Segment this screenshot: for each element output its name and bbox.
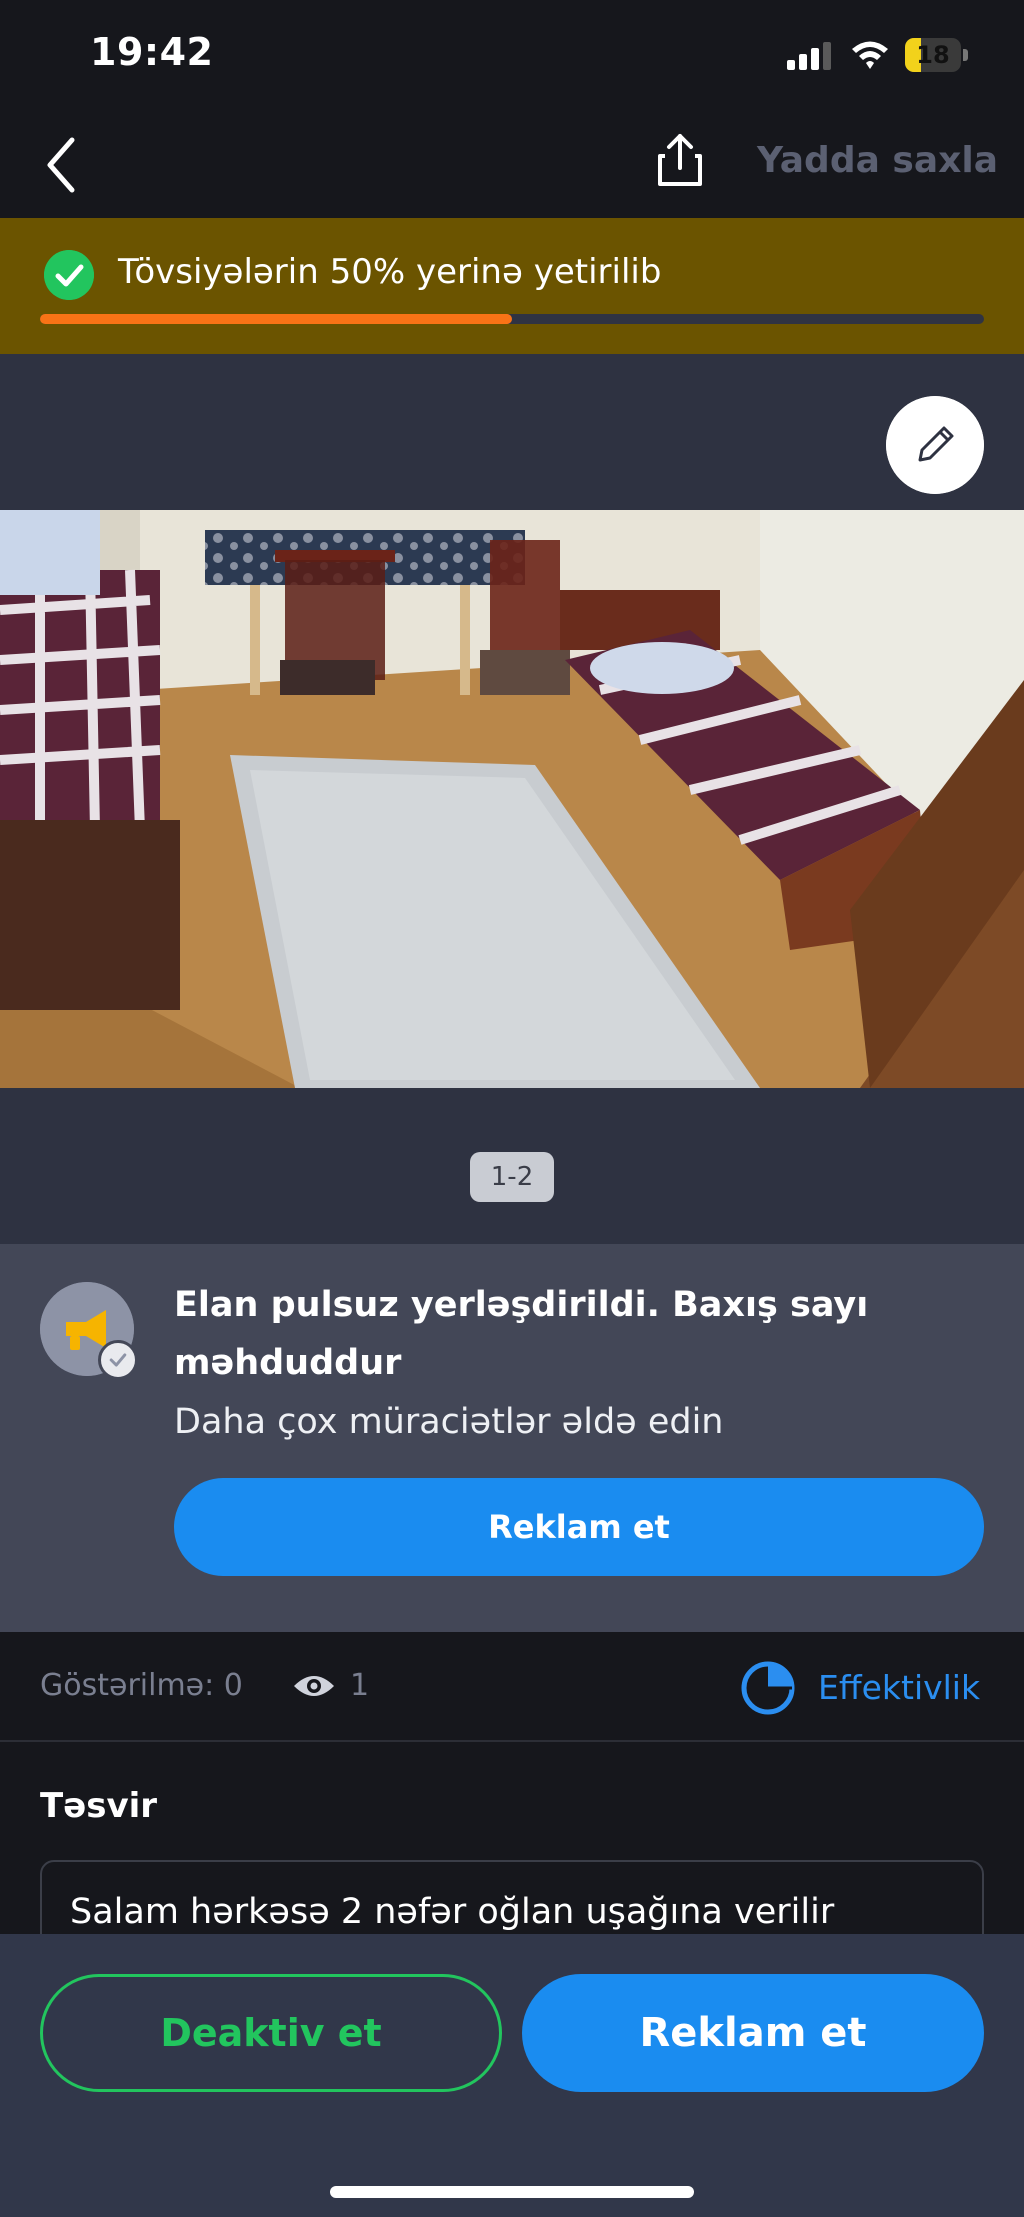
check-circle-icon	[44, 250, 94, 300]
promo-subtitle: Daha çox müraciətlər əldə edin	[174, 1402, 724, 1442]
impressions-count: Göstərilmə: 0	[40, 1668, 243, 1703]
promo-title: Elan pulsuz yerləşdirildi. Baxış sayı mə…	[174, 1285, 869, 1383]
chevron-left-icon[interactable]	[38, 130, 86, 200]
photo-counter-badge: 1-2	[470, 1152, 554, 1202]
check-badge-icon	[98, 1340, 138, 1380]
battery-icon: 18	[905, 38, 969, 72]
share-icon[interactable]	[652, 130, 708, 190]
deactivate-button[interactable]: Deaktiv et	[40, 1974, 502, 2092]
listing-photo[interactable]	[0, 510, 1024, 1088]
recommendations-text: Tövsiyələrin 50% yerinə yetirilib	[118, 252, 662, 292]
recommendations-progress-fill	[40, 314, 512, 324]
save-button[interactable]: Yadda saxla	[757, 140, 998, 181]
edit-pencil-icon[interactable]	[886, 396, 984, 494]
status-time: 19:42	[90, 30, 214, 74]
eye-icon	[294, 1676, 334, 1696]
wifi-icon	[852, 41, 888, 69]
description-text: Salam hərkəsə 2 nəfər oğlan uşağına veri…	[70, 1892, 835, 1932]
description-heading: Təsvir	[40, 1786, 158, 1826]
views-count: 1	[350, 1668, 370, 1703]
effectiveness-link[interactable]: Effektivlik	[818, 1668, 980, 1707]
cellular-signal-icon	[787, 42, 831, 70]
promo-advertise-button[interactable]: Reklam et	[174, 1478, 984, 1576]
pie-chart-icon[interactable]	[740, 1660, 796, 1716]
home-indicator[interactable]	[330, 2186, 694, 2198]
battery-level: 18	[916, 41, 950, 69]
advertise-button[interactable]: Reklam et	[522, 1974, 984, 2092]
